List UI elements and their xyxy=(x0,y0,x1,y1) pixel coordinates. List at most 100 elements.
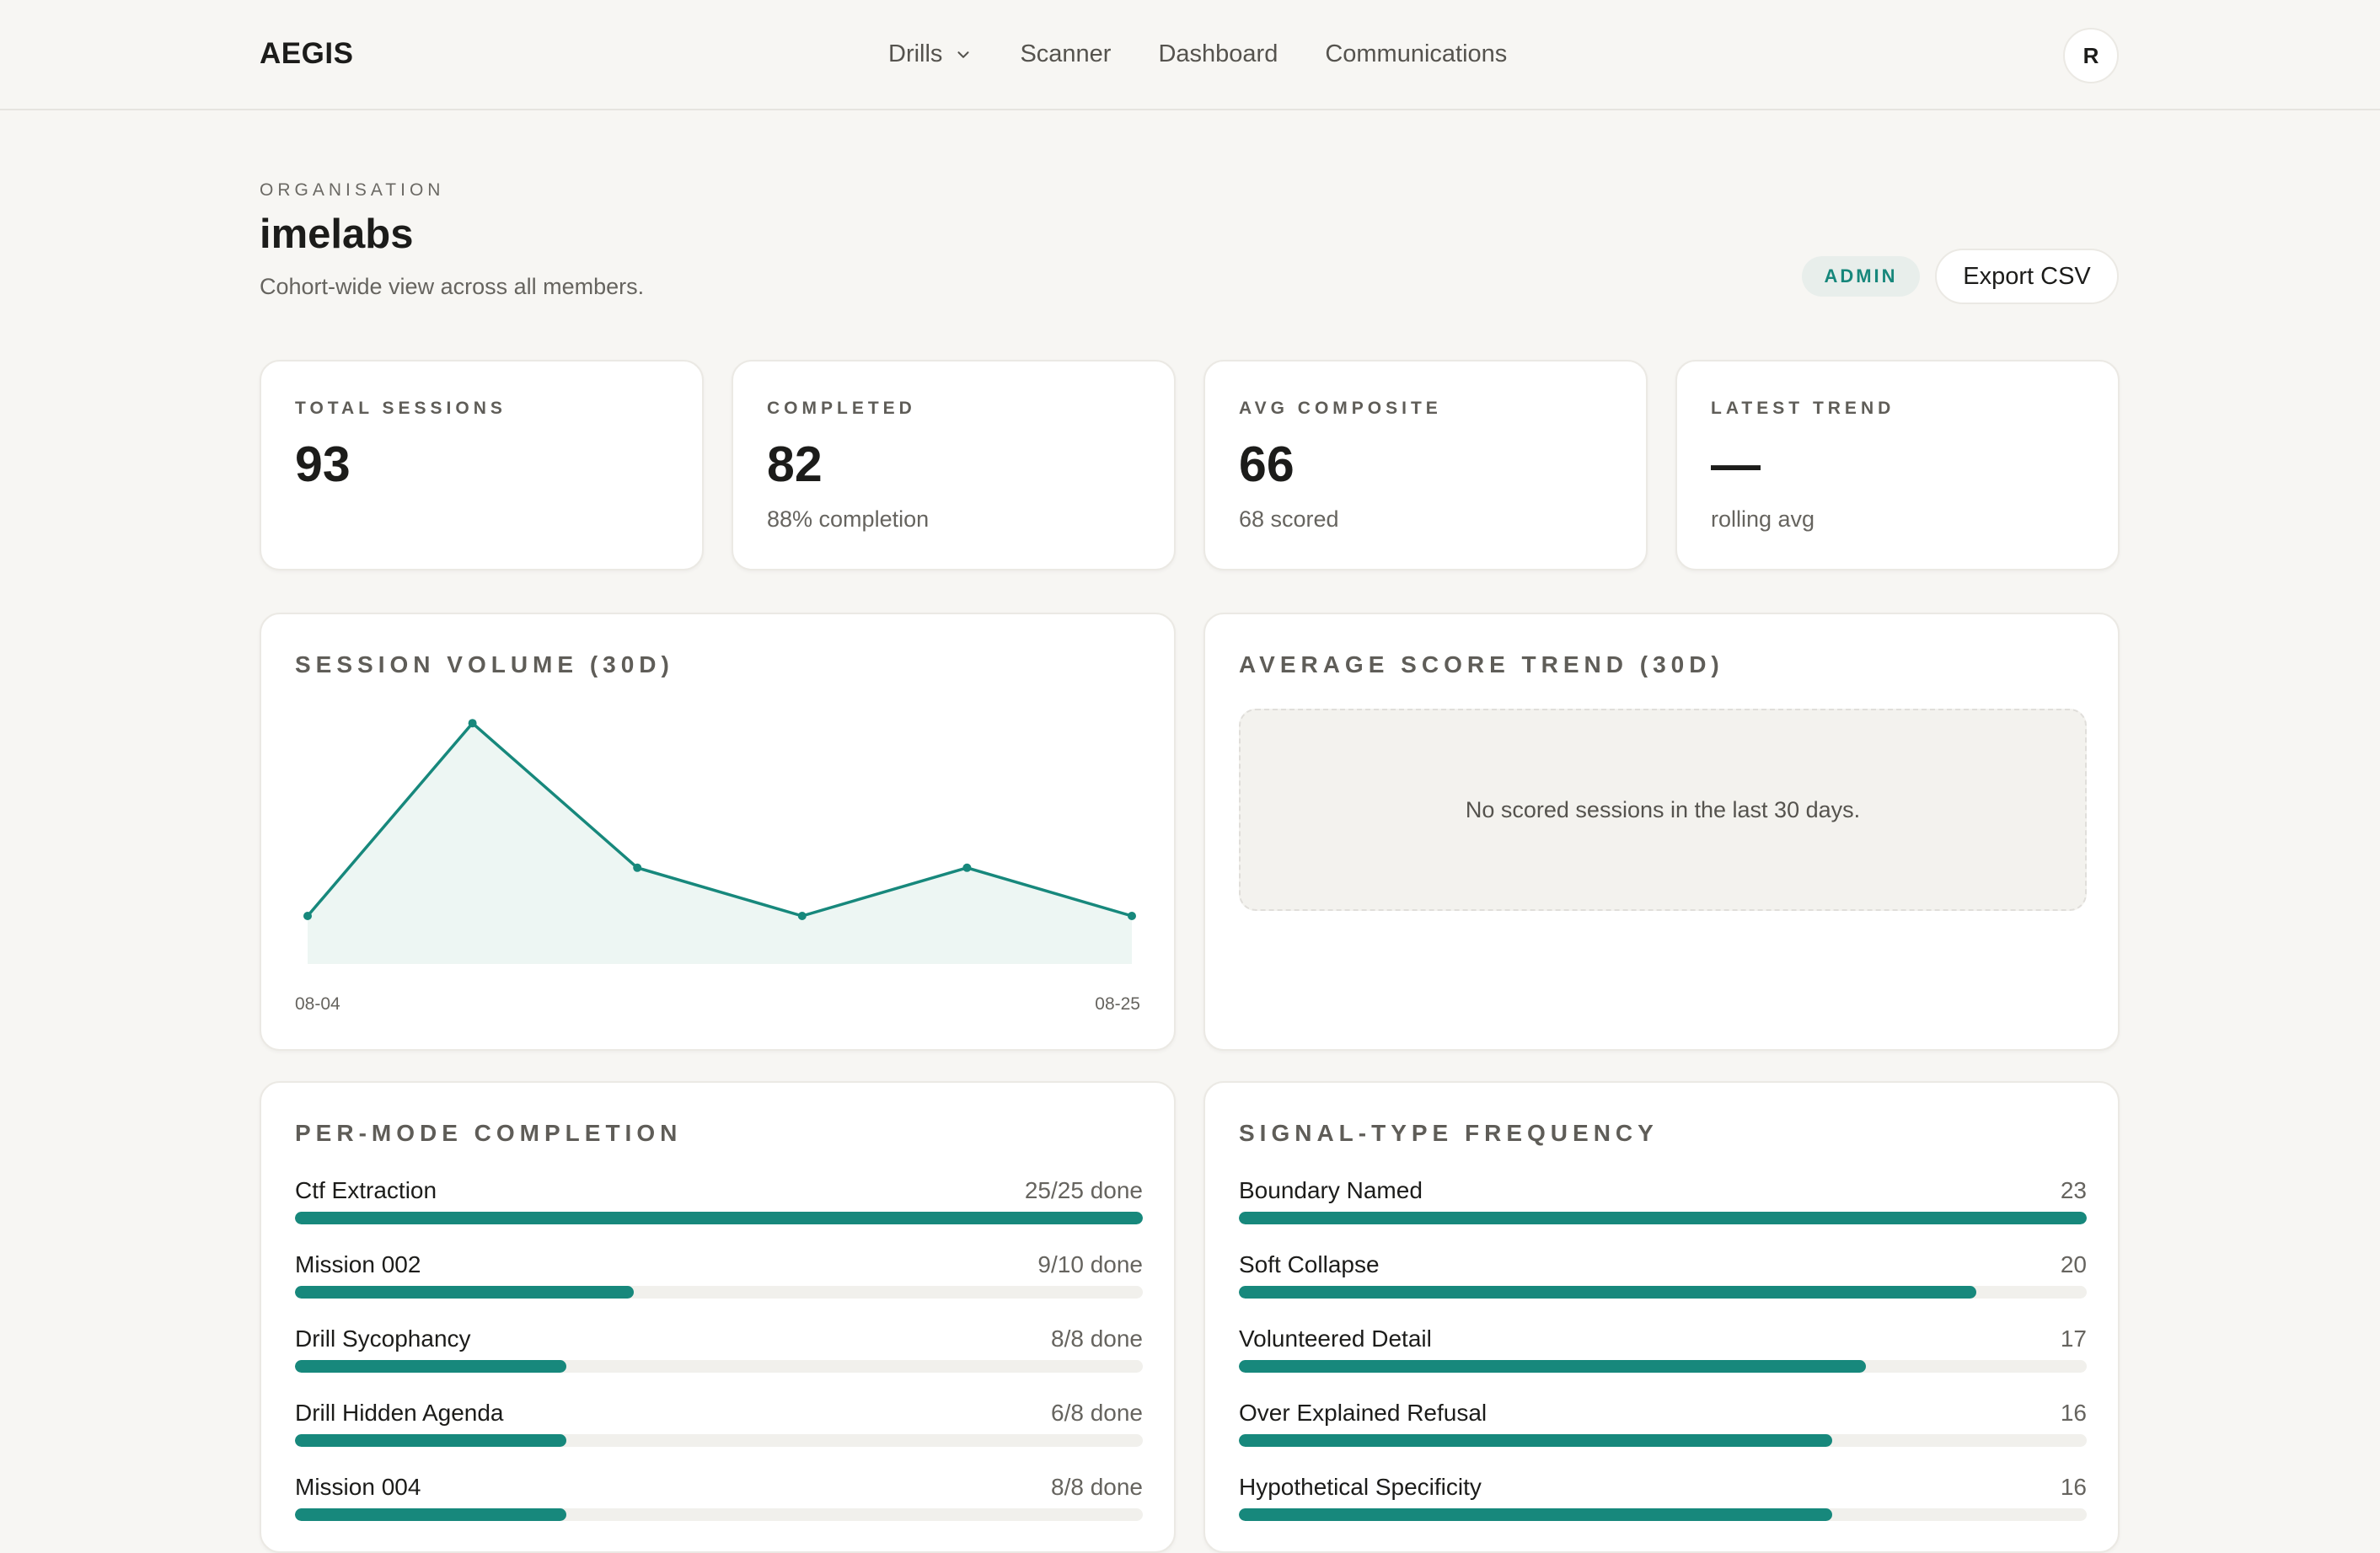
bar-value: 17 xyxy=(2060,1325,2087,1352)
stat-label: TOTAL SESSIONS xyxy=(295,399,507,418)
user-avatar[interactable]: R xyxy=(2063,28,2119,83)
progress-track xyxy=(1239,1360,2087,1373)
role-badge: ADMIN xyxy=(1802,256,1920,297)
data-point xyxy=(468,719,477,728)
panel-title: SIGNAL-TYPE FREQUENCY xyxy=(1239,1120,1659,1146)
score-trend-card: AVERAGE SCORE TREND (30D) No scored sess… xyxy=(1203,613,2120,1051)
bar-label: Hypothetical Specificity xyxy=(1239,1474,1482,1500)
nav-item-label: Communications xyxy=(1325,40,1508,67)
nav-item-communications[interactable]: Communications xyxy=(1325,40,1507,68)
data-point xyxy=(1128,912,1136,920)
nav-item-scanner[interactable]: Scanner xyxy=(1020,40,1111,68)
stat-value: — xyxy=(1711,436,1761,492)
per-mode-completion-card: PER-MODE COMPLETION Ctf Extraction 25/25 … xyxy=(260,1081,1176,1553)
bar-value: 20 xyxy=(2060,1251,2087,1277)
page-subtitle: Cohort-wide view across all members. xyxy=(260,274,645,299)
progress-fill xyxy=(1239,1360,1867,1373)
stat-value: 66 xyxy=(1239,436,1295,492)
stat-card-avg-composite: AVG COMPOSITE 66 68 scored xyxy=(1203,360,1648,570)
progress-track xyxy=(295,1212,1143,1224)
bar-row: Mission 004 8/8 done xyxy=(295,1474,1143,1548)
signal-frequency-card: SIGNAL-TYPE FREQUENCY Boundary Named 23 So… xyxy=(1203,1081,2120,1553)
bar-row: Drill Sycophancy 8/8 done xyxy=(295,1325,1143,1400)
progress-fill xyxy=(1239,1508,1833,1521)
progress-track xyxy=(1239,1286,2087,1299)
chevron-down-icon xyxy=(957,51,969,58)
bar-value: 16 xyxy=(2060,1400,2087,1426)
export-csv-button[interactable]: Export CSV xyxy=(1935,249,2119,304)
stat-subtext: 68 scored xyxy=(1239,506,1339,532)
bar-row: Drill Hidden Agenda 6/8 done xyxy=(295,1400,1143,1474)
bar-label: Soft Collapse xyxy=(1239,1251,1380,1277)
progress-fill xyxy=(1239,1434,1833,1447)
stat-label: COMPLETED xyxy=(767,399,916,418)
progress-fill xyxy=(295,1434,566,1447)
session-volume-chart xyxy=(303,719,1136,964)
bar-row: Volunteered Detail 17 xyxy=(1239,1325,2087,1400)
progress-track xyxy=(295,1508,1143,1521)
progress-track xyxy=(295,1286,1143,1299)
progress-track xyxy=(1239,1434,2087,1447)
stat-card-completed: COMPLETED 82 88% completion xyxy=(732,360,1176,570)
progress-track xyxy=(295,1434,1143,1447)
x-axis-end-label: 08-25 xyxy=(1095,994,1140,1014)
stat-card-latest-trend: LATEST TREND — rolling avg xyxy=(1675,360,2120,570)
stat-label: AVG COMPOSITE xyxy=(1239,399,1442,418)
bar-value: 16 xyxy=(2060,1474,2087,1500)
bar-label: Ctf Extraction xyxy=(295,1177,437,1203)
main-nav: Drills Scanner Dashboard Communications xyxy=(888,40,1554,68)
progress-fill xyxy=(295,1212,1143,1224)
x-axis-start-label: 08-04 xyxy=(295,994,340,1014)
nav-item-drills[interactable]: Drills xyxy=(888,40,973,68)
brand-logo[interactable]: AEGIS xyxy=(260,37,353,71)
bar-row: Boundary Named 23 xyxy=(1239,1177,2087,1251)
panel-title: AVERAGE SCORE TREND (30D) xyxy=(1239,651,1724,677)
bar-value: 25/25 done xyxy=(1024,1177,1143,1203)
bar-label: Boundary Named xyxy=(1239,1177,1423,1203)
bar-label: Drill Hidden Agenda xyxy=(295,1400,504,1426)
bar-label: Volunteered Detail xyxy=(1239,1325,1432,1352)
progress-track xyxy=(1239,1212,2087,1224)
progress-fill xyxy=(295,1360,566,1373)
data-point xyxy=(797,912,807,920)
data-point xyxy=(303,912,312,920)
progress-fill xyxy=(295,1508,566,1521)
per-mode-bar-list: Ctf Extraction 25/25 done Mission 002 9/10 … xyxy=(295,1177,1143,1548)
page-title: imelabs xyxy=(260,212,414,257)
stat-value: 93 xyxy=(295,436,351,492)
bar-row: Soft Collapse 20 xyxy=(1239,1251,2087,1325)
stat-value: 82 xyxy=(767,436,823,492)
bar-row: Mission 002 9/10 done xyxy=(295,1251,1143,1325)
bar-value: 9/10 done xyxy=(1037,1251,1143,1277)
progress-fill xyxy=(1239,1286,1977,1299)
bar-value: 6/8 done xyxy=(1051,1400,1143,1426)
nav-item-label: Scanner xyxy=(1020,40,1112,67)
panel-title: PER-MODE COMPLETION xyxy=(295,1120,683,1146)
stat-subtext: 88% completion xyxy=(767,506,930,532)
bar-value: 8/8 done xyxy=(1051,1474,1143,1500)
data-point xyxy=(633,863,642,872)
progress-fill xyxy=(295,1286,635,1299)
bar-row: Ctf Extraction 25/25 done xyxy=(295,1177,1143,1251)
bar-label: Mission 002 xyxy=(295,1251,421,1277)
nav-item-label: Dashboard xyxy=(1158,40,1278,67)
stat-card-total-sessions: TOTAL SESSIONS 93 xyxy=(260,360,704,570)
bar-label: Over Explained Refusal xyxy=(1239,1400,1488,1426)
bar-label: Mission 004 xyxy=(295,1474,421,1500)
bar-value: 8/8 done xyxy=(1051,1325,1143,1352)
data-point xyxy=(962,863,972,872)
stat-subtext: rolling avg xyxy=(1711,506,1815,532)
signal-bar-list: Boundary Named 23 Soft Collapse 20 Volunteer… xyxy=(1239,1177,2087,1548)
session-volume-card: SESSION VOLUME (30D) 08-04 08-25 xyxy=(260,613,1176,1051)
progress-track xyxy=(295,1360,1143,1373)
stat-label: LATEST TREND xyxy=(1711,399,1895,418)
progress-fill xyxy=(1239,1212,2087,1224)
empty-state: No scored sessions in the last 30 days. xyxy=(1239,709,2087,911)
nav-item-dashboard[interactable]: Dashboard xyxy=(1158,40,1278,68)
progress-track xyxy=(1239,1508,2087,1521)
nav-item-label: Drills xyxy=(888,40,943,67)
bar-value: 23 xyxy=(2060,1177,2087,1203)
area-fill xyxy=(308,723,1132,964)
bar-label: Drill Sycophancy xyxy=(295,1325,471,1352)
top-navigation-bar: AEGIS Drills Scanner Dashboard Communica… xyxy=(0,0,2380,110)
